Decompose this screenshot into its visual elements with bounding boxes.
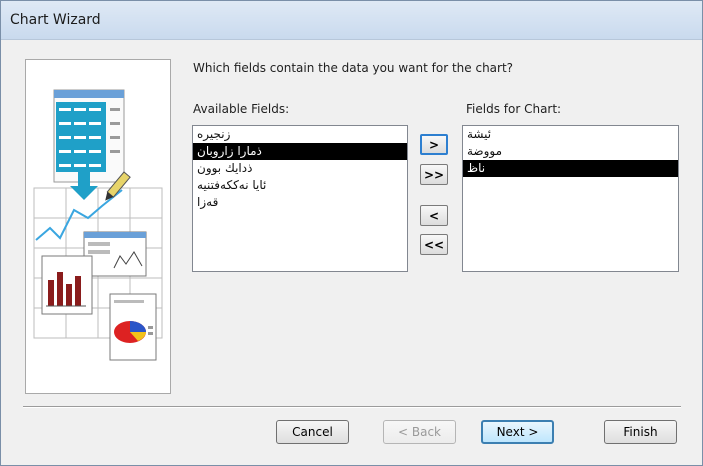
cancel-button[interactable]: Cancel [276,420,349,444]
remove-all-fields-button[interactable]: << [420,234,448,255]
finish-button[interactable]: Finish [604,420,677,444]
fields-for-chart-label: Fields for Chart: [466,102,562,116]
wizard-body: Which fields contain the data you want f… [1,40,702,465]
title-bar: Chart Wizard [1,1,702,40]
list-item[interactable]: زنجیره [193,126,407,143]
list-item[interactable]: ذدایك بوون [193,160,407,177]
remove-field-button[interactable]: < [420,205,448,226]
chart-illustration-graphic [33,89,163,361]
available-fields-list[interactable]: زنجیره ذمارا زاروبان ذدایك بوون ئایا نەک… [192,125,408,272]
list-item[interactable]: قەزا [193,194,407,211]
list-item[interactable]: ئیشة [463,126,678,143]
wizard-prompt: Which fields contain the data you want f… [193,61,514,75]
list-item-selected[interactable]: ذمارا زاروبان [193,143,407,160]
add-field-button[interactable]: > [420,134,448,155]
footer-separator [23,406,681,408]
back-button[interactable]: < Back [383,420,456,444]
list-item[interactable]: ئایا نەککەفتنیە [193,177,407,194]
chart-wizard-illustration [25,59,171,394]
fields-for-chart-list[interactable]: ئیشة مووضة ناظ [462,125,679,272]
available-fields-label: Available Fields: [193,102,290,116]
list-item-selected[interactable]: ناظ [463,160,678,177]
window-title: Chart Wizard [10,12,101,28]
list-item[interactable]: مووضة [463,143,678,160]
chart-wizard-window: Chart Wizard Which fields contain the da… [0,0,703,466]
add-all-fields-button[interactable]: >> [420,164,448,185]
next-button[interactable]: Next > [481,420,554,444]
